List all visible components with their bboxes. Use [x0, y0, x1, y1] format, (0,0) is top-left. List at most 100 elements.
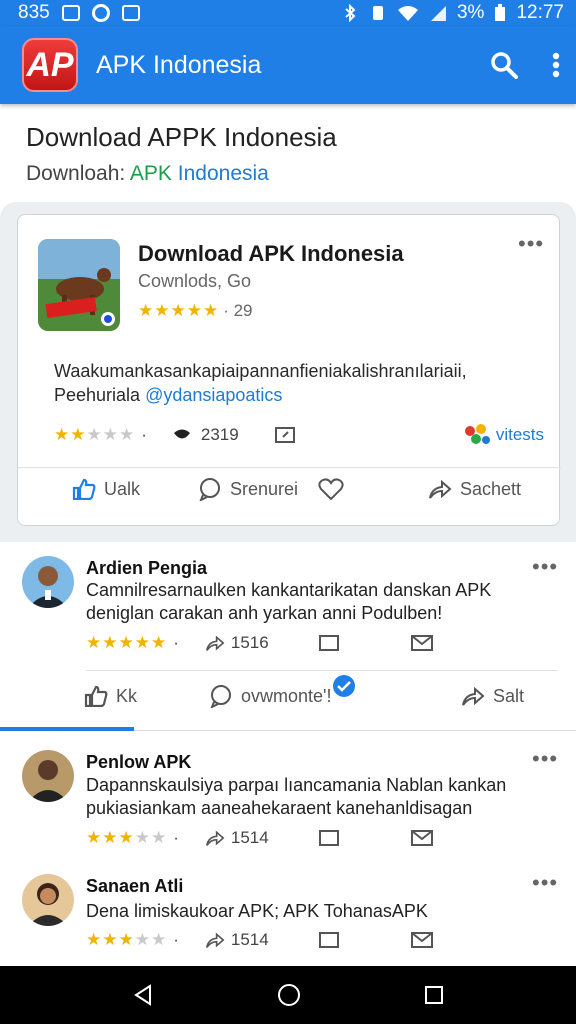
- avatar[interactable]: [22, 750, 74, 802]
- progress-indicator: [0, 727, 134, 731]
- share-icon[interactable]: [205, 931, 225, 949]
- comment-bubble-icon: [210, 685, 232, 708]
- share-button[interactable]: Salt: [461, 685, 524, 707]
- like-button[interactable]: Kk: [84, 685, 137, 707]
- thumbs-up-icon: [84, 685, 108, 707]
- progress-track: [134, 730, 576, 731]
- comment-line-1: Camnilresarnaulken kankantarikatan dansk…: [86, 580, 492, 600]
- message-icon[interactable]: [318, 635, 339, 651]
- comment-stars-filled: ★★★: [86, 828, 135, 847]
- battery-percent: 3%: [456, 2, 485, 23]
- more-options-icon[interactable]: •••: [532, 872, 558, 894]
- sync-icon: [91, 4, 110, 22]
- app-icon[interactable]: [38, 239, 120, 331]
- meta-dot: ·: [173, 930, 179, 949]
- group-icon: [464, 424, 490, 444]
- comment-label: Srenurei: [230, 478, 299, 499]
- share-button[interactable]: Sachett: [428, 478, 521, 500]
- app-bar: AP APK Indonesia: [0, 26, 576, 104]
- more-options-icon[interactable]: •••: [532, 556, 558, 578]
- subtitle-accent-2[interactable]: Indonesia: [172, 162, 269, 185]
- page-title: Download APPK Indonesia: [26, 122, 337, 152]
- avatar[interactable]: [22, 874, 74, 926]
- meta-dot: ·: [141, 425, 147, 444]
- app-card-description: Waakumankasankapiaipannanfieniakalishran…: [54, 359, 544, 407]
- comment-divider: [86, 670, 558, 671]
- message-icon[interactable]: [318, 830, 339, 846]
- app-card-subtitle: Cownlods, Go: [138, 271, 252, 291]
- app-card-title[interactable]: Download APK Indonesia: [138, 241, 404, 267]
- like-label: Kk: [116, 685, 138, 706]
- meta-stars-filled: ★★: [54, 425, 87, 444]
- like-count: 1514: [230, 828, 269, 847]
- description-line-1: Waakumankasankapiaipannanfieniakalishran…: [54, 361, 467, 381]
- like-button[interactable]: Ualk: [72, 478, 140, 500]
- comment-stars-filled: ★★★★★: [86, 633, 168, 652]
- gallery-icon: [61, 5, 80, 21]
- more-vert-icon[interactable]: [552, 52, 560, 78]
- comment-stars-empty: ★★: [134, 930, 168, 949]
- share-label: Sachett: [459, 478, 521, 499]
- status-bar: 835 3% 12:77: [0, 0, 576, 26]
- share-label: Salt: [492, 685, 524, 706]
- signal-icon: [430, 6, 446, 21]
- comment-line-2: deniglan carakan anh yarkan anni Podulbe…: [86, 603, 443, 623]
- app-card[interactable]: Download APK Indonesia Cownlods, Go ★★★★…: [17, 214, 561, 526]
- group-link[interactable]: vitests: [462, 423, 544, 447]
- app-card-meta: ★★★★★ · 2319 vitests: [54, 423, 544, 447]
- app-card-rating: ★★★★★ · 29: [138, 301, 253, 321]
- comment-author[interactable]: Penlow APK: [86, 752, 191, 773]
- app-logo[interactable]: AP: [22, 38, 78, 92]
- mail-icon[interactable]: [410, 635, 433, 651]
- comment-stars-filled: ★★★: [86, 930, 135, 949]
- meta-stars-empty: ★★★: [86, 425, 136, 444]
- status-left-text: 835: [18, 2, 50, 23]
- heart-icon[interactable]: [318, 477, 344, 501]
- comment-author[interactable]: Ardien Pengia: [86, 558, 207, 579]
- comment-bubble-icon: [199, 478, 221, 501]
- comment-button[interactable]: ovwmonte'!: [209, 675, 355, 708]
- comment-button[interactable]: Srenurei: [198, 477, 298, 501]
- app-card-actions: Ualk Srenurei Sachett: [18, 477, 561, 501]
- like-count: 1516: [230, 633, 269, 652]
- like-count: 1514: [230, 930, 269, 949]
- recents-icon[interactable]: [424, 985, 444, 1005]
- meta-dot: ·: [173, 828, 179, 847]
- description-handle-link[interactable]: @ydansiapoatics: [145, 385, 282, 405]
- meta-count: 2319: [200, 425, 239, 444]
- message-icon[interactable]: [274, 427, 295, 443]
- comment-text: Camnilresarnaulken kankantarikatan dansk…: [86, 579, 536, 625]
- comment-text: Dena limiskaukoar APK; APK TohanasAPK: [86, 900, 536, 923]
- comment-author[interactable]: Sanaen Atli: [86, 876, 183, 897]
- more-options-icon[interactable]: •••: [532, 748, 558, 770]
- page-subtitle: Downloah: APK Indonesia: [26, 162, 269, 186]
- comment-meta: ★★★★★ · 1514: [86, 828, 433, 848]
- search-icon[interactable]: [490, 51, 518, 79]
- check-badge-icon: [332, 675, 355, 697]
- back-icon[interactable]: [132, 984, 154, 1006]
- comment-text: Dapannskaulsiya parpaı lıancamania Nabla…: [86, 774, 536, 820]
- comment-stars: ★★★★★: [86, 930, 167, 950]
- comment-line-2: pukiasiankam aaneahekaraent kanehanldisa…: [86, 798, 473, 818]
- home-icon[interactable]: [277, 983, 301, 1007]
- rating-count: · 29: [223, 301, 253, 320]
- mail-icon[interactable]: [410, 830, 433, 846]
- comment-stars: ★★★★★: [86, 633, 167, 653]
- mail-icon[interactable]: [410, 932, 433, 948]
- app-title: APK Indonesia: [96, 50, 262, 79]
- comment-line-1: Dapannskaulsiya parpaı lıancamania Nabla…: [86, 775, 507, 795]
- meta-dot: ·: [173, 633, 179, 652]
- share-icon: [461, 686, 485, 706]
- message-icon[interactable]: [318, 932, 339, 948]
- bluetooth-icon: [345, 4, 356, 22]
- like-label: Ualk: [104, 478, 141, 499]
- share-icon[interactable]: [205, 634, 225, 652]
- avatar[interactable]: [22, 556, 74, 608]
- subtitle-accent[interactable]: APK: [130, 162, 172, 185]
- comment-label: ovwmonte'!: [241, 685, 332, 706]
- share-icon[interactable]: [205, 829, 225, 847]
- comment-meta: ★★★★★ · 1516: [86, 633, 433, 653]
- meta-stars: ★★★★★: [54, 425, 135, 445]
- comment-meta: ★★★★★ · 1514: [86, 930, 433, 950]
- more-options-icon[interactable]: •••: [518, 233, 544, 255]
